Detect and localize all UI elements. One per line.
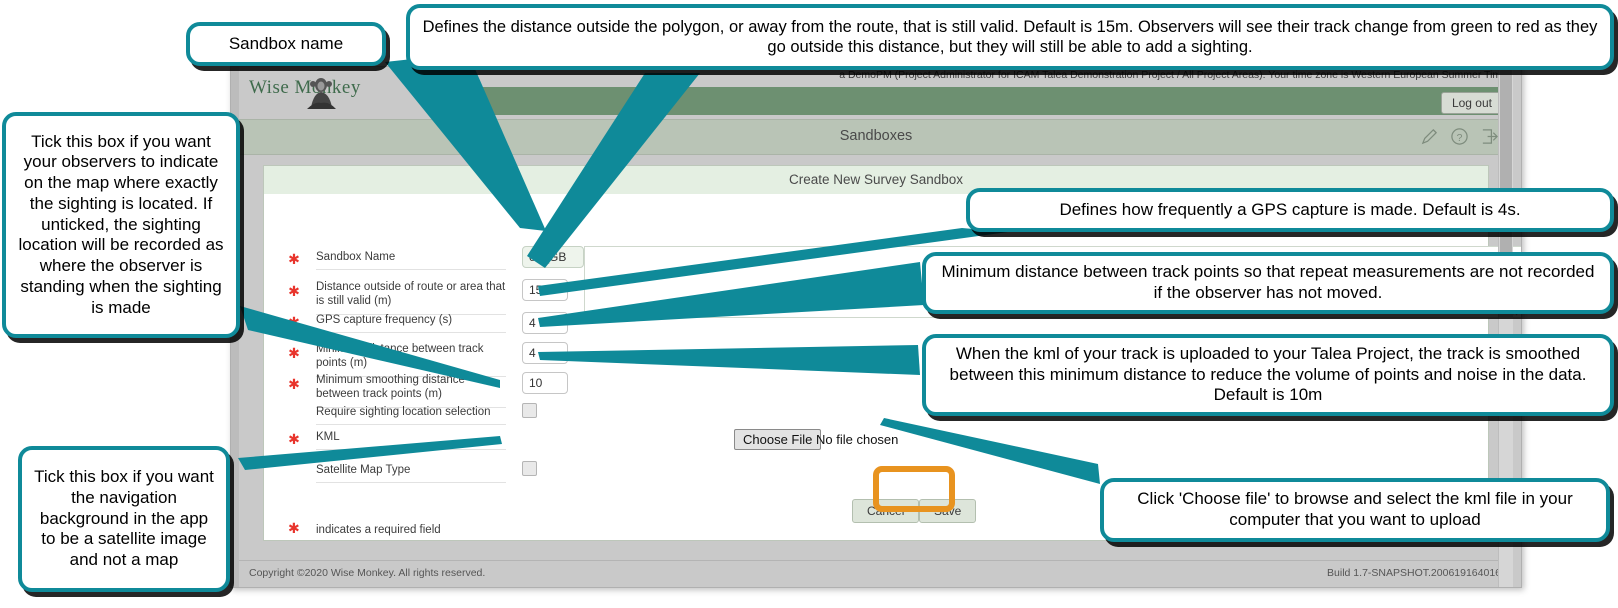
callout-distance-outside-text: Defines the distance outside the polygon…: [422, 17, 1598, 56]
required-note-marker: ✱: [288, 520, 300, 536]
callout-min-distance: Minimum distance between track points so…: [922, 252, 1614, 314]
callout-sandbox-name: Sandbox name: [186, 22, 386, 66]
callout-choose-file-text: Click 'Choose file' to browse and select…: [1137, 489, 1573, 529]
page-header-icons: ?: [1420, 127, 1499, 146]
callout-distance-outside: Defines the distance outside the polygon…: [406, 4, 1614, 70]
callout-satellite-map: Tick this box if you want the navigation…: [18, 446, 230, 592]
monkey-logo-icon: [307, 78, 336, 109]
field-label-satellite-map-type: Satellite Map Type: [316, 463, 506, 484]
callout-gps-frequency-text: Defines how frequently a GPS capture is …: [1059, 199, 1521, 219]
callout-gps-frequency: Defines how frequently a GPS capture is …: [966, 188, 1614, 232]
field-label-min-distance: Minimum distance between track points (m…: [316, 342, 506, 377]
required-marker: ✱: [288, 345, 300, 361]
svg-text:?: ?: [1457, 133, 1463, 144]
top-bar: Wise Monkey a DemoPM (Project Administra…: [239, 67, 1513, 115]
exit-icon[interactable]: [1480, 127, 1499, 146]
required-marker: ✱: [288, 314, 300, 330]
callout-min-distance-text: Minimum distance between track points so…: [941, 262, 1595, 302]
field-label-distance-outside: Distance outside of route or area that i…: [316, 280, 506, 315]
build-number-text: Build 1.7-SNAPSHOT.200619164016: [1327, 567, 1501, 579]
file-status-text: No file chosen: [816, 432, 899, 447]
footer-bar: Copyright ©2020 Wise Monkey. All rights …: [239, 560, 1513, 587]
field-label-smoothing-distance: Minimum smoothing distance between track…: [316, 373, 506, 408]
require-sighting-location-checkbox[interactable]: [522, 403, 537, 418]
callout-sighting-location-text: Tick this box if you want your observers…: [18, 131, 224, 317]
satellite-map-type-checkbox[interactable]: [522, 461, 537, 476]
smoothing-distance-input[interactable]: [522, 372, 568, 394]
field-label-kml: KML: [316, 430, 506, 451]
save-button-highlight: [873, 466, 955, 512]
user-info-bar: a DemoPM (Project Administrator for ICAM…: [435, 69, 1513, 87]
distance-outside-input[interactable]: [522, 279, 568, 301]
brand-green-band: [435, 87, 1509, 115]
sandbox-name-input[interactable]: [522, 246, 584, 268]
required-marker: ✱: [288, 376, 300, 392]
page-header-bar: Sandboxes ?: [239, 119, 1513, 155]
callout-sandbox-name-text: Sandbox name: [228, 33, 344, 53]
callout-sighting-location: Tick this box if you want your observers…: [2, 112, 240, 338]
required-marker: ✱: [288, 431, 300, 447]
field-label-require-sighting-location: Require sighting location selection: [316, 405, 506, 426]
callout-smoothing-text: When the kml of your track is uploaded t…: [949, 343, 1587, 405]
card-title: Create New Survey Sandbox: [788, 172, 964, 187]
page-title: Sandboxes: [839, 128, 913, 144]
help-icon[interactable]: ?: [1450, 127, 1469, 146]
gps-frequency-input[interactable]: [522, 312, 568, 334]
field-label-gps-frequency: GPS capture frequency (s): [316, 313, 506, 334]
brand-logo[interactable]: Wise Monkey: [249, 71, 429, 113]
pencil-icon[interactable]: [1420, 127, 1439, 146]
callout-satellite-map-text: Tick this box if you want the navigation…: [34, 467, 214, 570]
required-marker: ✱: [288, 283, 300, 299]
field-label-sandbox-name: Sandbox Name: [316, 250, 506, 271]
logout-button[interactable]: Log out: [1440, 92, 1503, 114]
required-field-note: indicates a required field: [316, 524, 441, 536]
callout-smoothing: When the kml of your track is uploaded t…: [922, 334, 1614, 416]
copyright-text: Copyright ©2020 Wise Monkey. All rights …: [249, 567, 486, 579]
choose-file-button[interactable]: Choose File: [734, 429, 822, 450]
callout-choose-file: Click 'Choose file' to browse and select…: [1100, 478, 1610, 542]
min-distance-input[interactable]: [522, 342, 568, 364]
required-marker: ✱: [288, 251, 300, 267]
